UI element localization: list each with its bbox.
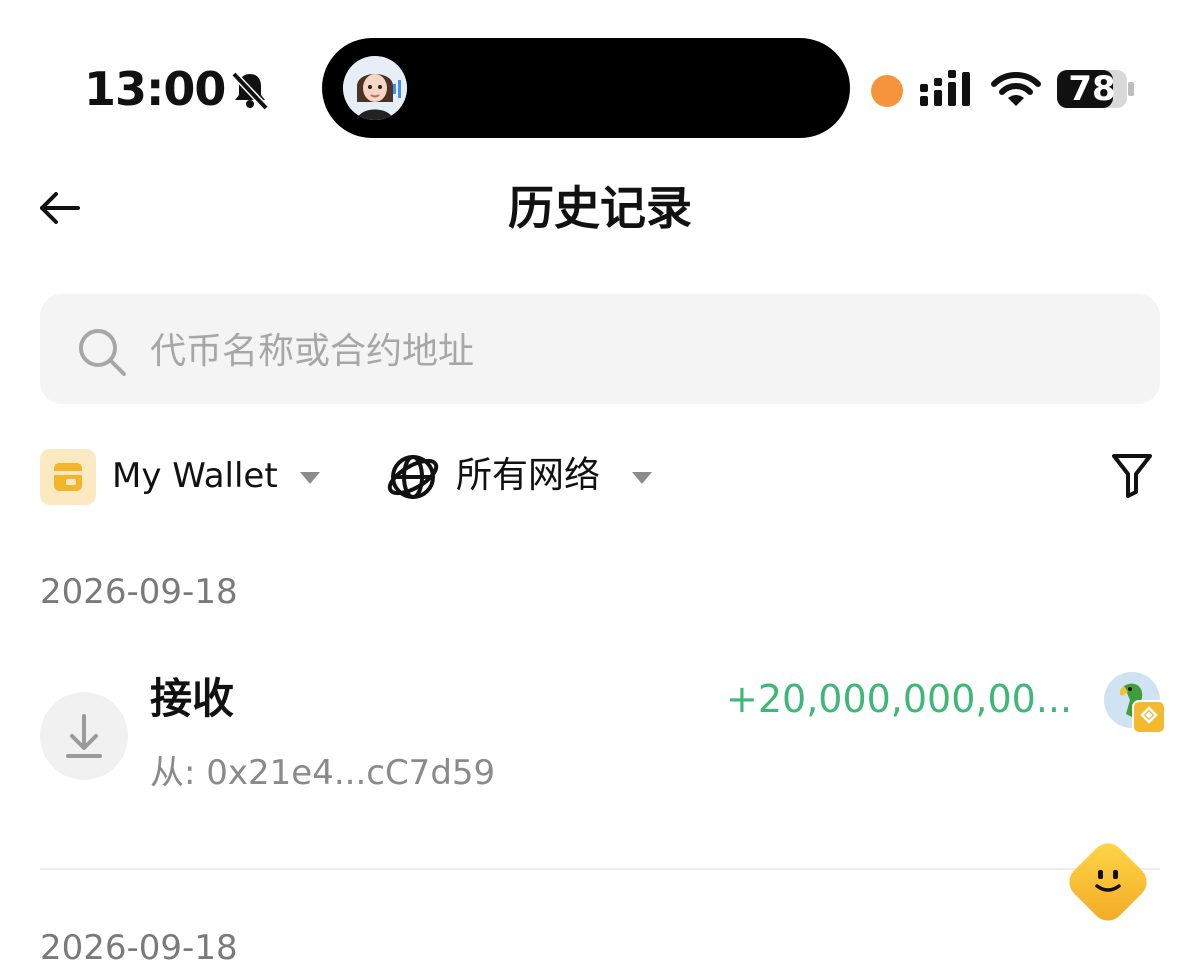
wifi-icon [991, 72, 1041, 106]
transaction-type[interactable]: 接收 [150, 672, 234, 726]
signal-icon [920, 70, 970, 106]
divider [40, 868, 1160, 870]
globe-icon[interactable] [386, 450, 440, 504]
transaction-sender: 从: 0x21e4...cC7d59 [150, 753, 496, 793]
search-input[interactable] [148, 318, 1132, 384]
chevron-down-icon[interactable] [300, 472, 320, 484]
download-glyph [66, 714, 102, 758]
avatar[interactable] [343, 56, 407, 120]
transaction-amount: +20,000,000,00... [726, 677, 1073, 721]
search-icon [79, 329, 126, 376]
chevron-down-icon[interactable] [632, 472, 652, 484]
assistant-smiley-icon[interactable] [1054, 828, 1162, 936]
page-title: 历史记录 [508, 181, 692, 235]
bnb-glyph [1140, 706, 1158, 724]
recording-indicator [871, 75, 903, 107]
date-header: 2026-09-18 [40, 572, 238, 612]
date-header: 2026-09-18 [40, 928, 238, 968]
wallet-icon[interactable] [40, 449, 96, 505]
download-icon [40, 692, 128, 780]
bell-slash-icon [231, 71, 269, 111]
network-selector-label[interactable]: 所有网络 [456, 452, 600, 500]
wallet-glyph [54, 463, 82, 491]
wallet-selector-label[interactable]: My Wallet [112, 452, 278, 500]
funnel-icon[interactable] [1108, 450, 1156, 500]
status-time: 13:00 [84, 62, 226, 116]
battery-level: 78 [1068, 69, 1116, 109]
avatar-illustration [343, 56, 407, 120]
bnb-chain-icon [1132, 700, 1166, 734]
